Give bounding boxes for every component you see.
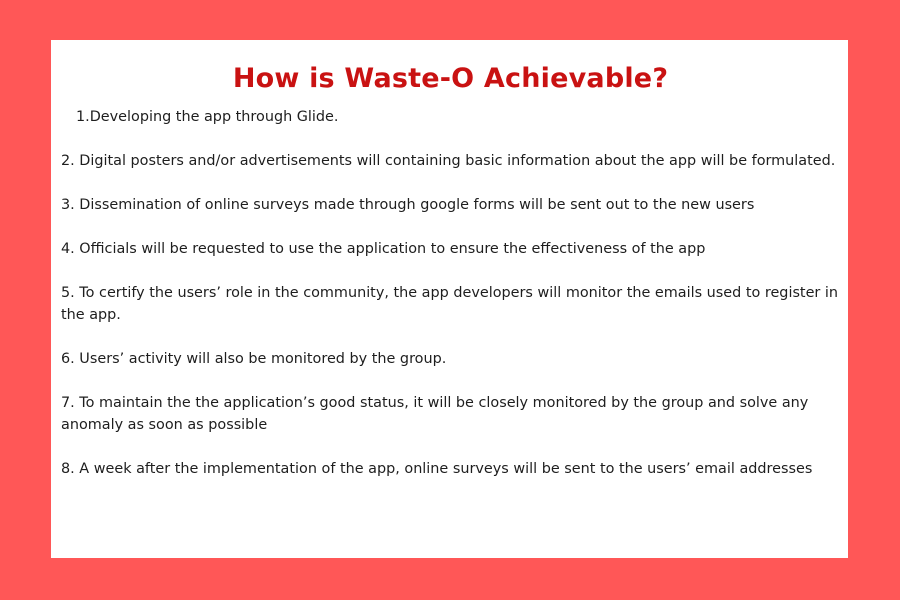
list-item-step-3: 3. Dissemination of online surveys made … [61,197,755,213]
list-item-step-5: 5. To certify the users’ role in the com… [61,285,839,323]
list-item-step-2: 2. Digital posters and/or advertisements… [61,153,836,169]
list-item-step-6: 6. Users’ activity will also be monitore… [61,351,447,367]
content-card: How is Waste-O Achievable? 1.Developing … [51,40,848,558]
list-item-step-4: 4. Officials will be requested to use th… [61,241,706,257]
page-title: How is Waste-O Achievable? [232,63,669,94]
list-item-step-1: 1.Developing the app through Glide. [76,109,339,125]
list-item-step-8: 8. A week after the implementation of th… [61,461,813,477]
list-item-step-7: 7. To maintain the the application’s goo… [61,395,809,433]
steps-list: 1.Developing the app through Glide. 2. D… [61,106,840,480]
